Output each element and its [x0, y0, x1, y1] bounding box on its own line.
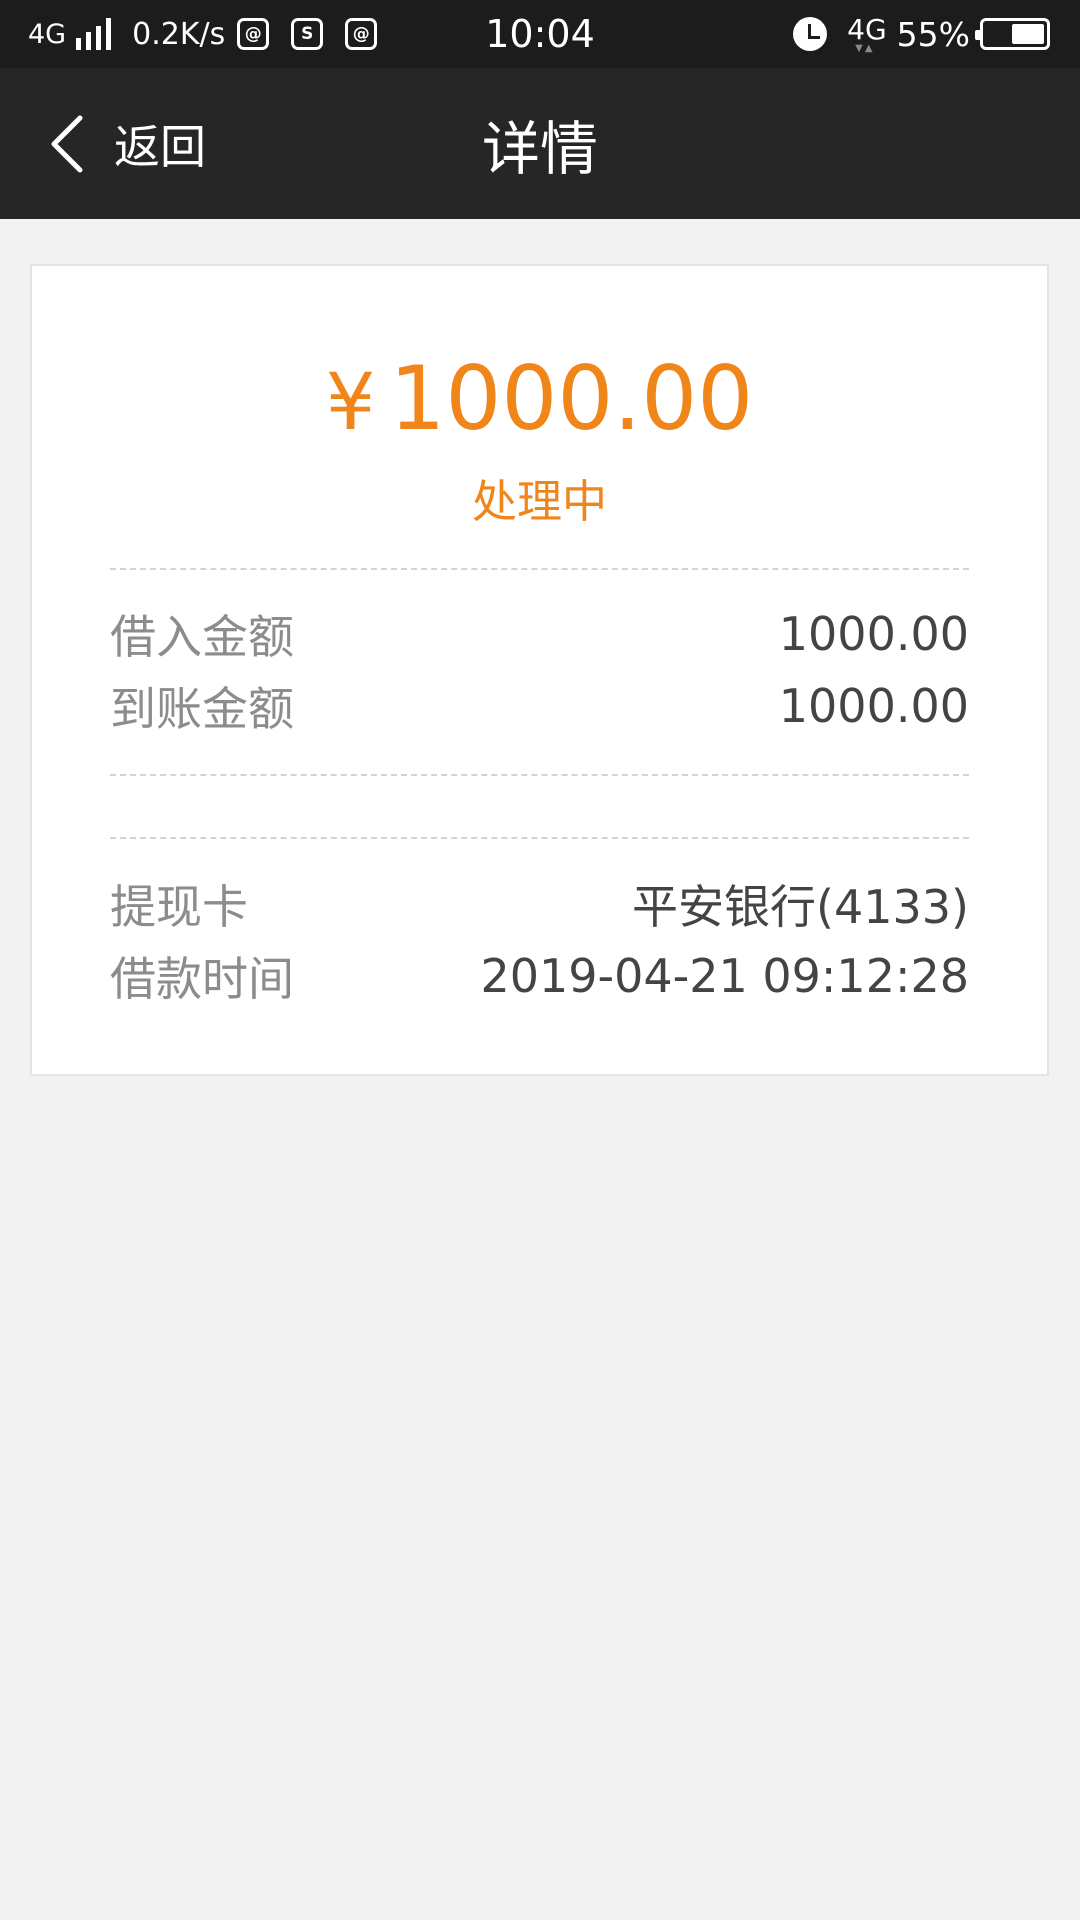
chevron-left-icon [51, 115, 83, 172]
divider [110, 837, 969, 839]
screenshot-notification-icon: S [291, 18, 324, 50]
status-bar: 4G 0.2K/s @ S @ 10:04 4G ▼▲ 55% [0, 0, 1080, 68]
currency-symbol: ¥ [325, 358, 376, 448]
detail-card: ¥1000.00 处理中 借入金额 1000.00 到账金额 1000.00 提… [30, 264, 1049, 1076]
amount-display: ¥1000.00 [32, 344, 1047, 458]
detail-row-withdrawal-card: 提现卡 平安银行(4133) [110, 874, 969, 934]
detail-row-loan-time: 借款时间 2019-04-21 09:12:28 [110, 946, 969, 1006]
alarm-icon [793, 17, 828, 51]
row-label: 借款时间 [110, 952, 294, 1006]
status-bar-right: 4G ▼▲ 55% [793, 0, 1050, 68]
nav-bar: 返回 详情 [0, 68, 1080, 219]
battery-level [1012, 24, 1044, 44]
row-label: 提现卡 [110, 880, 248, 934]
detail-row-borrowed-amount: 借入金额 1000.00 [110, 604, 969, 664]
row-label: 借入金额 [110, 610, 294, 664]
divider [110, 568, 969, 570]
network-type-right: 4G ▼▲ [847, 12, 887, 54]
back-button[interactable]: 返回 [48, 68, 206, 219]
row-value: 1000.00 [778, 679, 969, 733]
network-type: 4G [28, 18, 67, 50]
row-value: 1000.00 [778, 607, 969, 661]
notification-app-icon: @ [237, 18, 270, 50]
notification-app-icon: @ [345, 18, 378, 50]
amount-value: 1000.00 [389, 347, 754, 450]
battery-icon [975, 18, 1050, 50]
network-label: 4G [847, 12, 887, 46]
status-bar-left: 4G 0.2K/s @ S @ [28, 0, 399, 68]
network-speed: 0.2K/s [132, 16, 226, 52]
row-value: 平安银行(4133) [632, 880, 969, 934]
detail-row-received-amount: 到账金额 1000.00 [110, 676, 969, 736]
data-activity-icon: ▼▲ [855, 42, 875, 54]
divider [110, 774, 969, 776]
signal-icon [76, 18, 116, 50]
battery-percent: 55% [896, 14, 970, 54]
status-label: 处理中 [471, 475, 607, 528]
row-value: 2019-04-21 09:12:28 [480, 949, 969, 1003]
back-label: 返回 [114, 119, 206, 174]
row-label: 到账金额 [110, 682, 294, 736]
